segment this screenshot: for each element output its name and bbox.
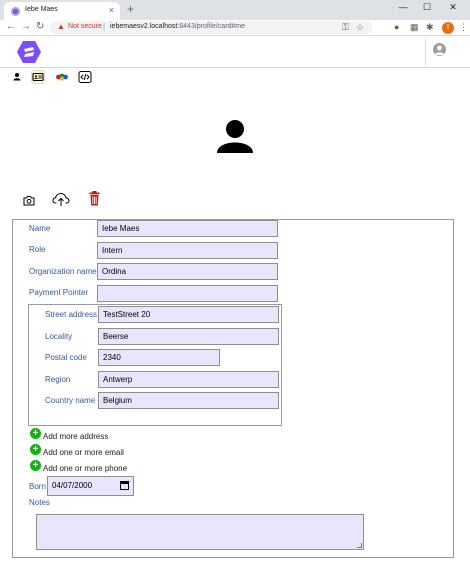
born-date-field[interactable]: 04/07/2000 [47,476,134,496]
cloud-upload-icon[interactable] [52,192,70,207]
key-icon[interactable]: ⚿ [342,22,349,33]
grid-icon[interactable]: ▦ [410,22,419,33]
warning-icon: ▲ [57,22,65,31]
organization-name-label: Organization name [29,267,97,276]
add-address-label: Add more address [43,432,109,441]
not-secure-label: Not secure [68,23,102,30]
add-circle-icon: + [30,444,41,455]
name-field[interactable]: Iebe Maes [97,220,278,237]
people-group-icon[interactable] [55,70,69,84]
profile-photo-placeholder-icon [217,120,253,153]
street-address-field[interactable]: TestStreet 20 [98,306,279,323]
notes-textarea[interactable] [36,514,364,550]
resize-grip-icon[interactable] [357,543,362,548]
add-circle-icon: + [30,460,41,471]
payment-pointer-label: Payment Pointer [29,288,89,297]
role-label: Role [29,245,46,254]
user-avatar[interactable] [433,43,446,56]
code-icon[interactable] [78,70,92,84]
region-label: Region [45,375,71,384]
country-name-label: Country name [45,396,96,405]
address-bar[interactable]: ▲ Not secure | iebemaesv2.localhost:8443… [50,21,372,34]
browser-tabstrip: Iebe Maes × + — ☐ ✕ [0,0,470,20]
tab-favicon-icon [11,7,20,16]
solid-logo-icon[interactable] [16,40,42,64]
browser-profile-avatar[interactable]: I [442,22,454,34]
browser-menu-icon[interactable]: ⋮ [459,22,468,33]
born-date-value: 04/07/2000 [52,481,93,490]
person-icon[interactable] [10,70,24,84]
locality-label: Locality [45,332,73,341]
locality-field[interactable]: Beerse [98,328,279,345]
new-tab-button[interactable]: + [127,2,134,16]
url-separator: | [103,22,106,31]
role-field[interactable]: Intern [97,242,278,259]
maximize-icon[interactable]: ☐ [420,2,434,13]
add-phone-label: Add one or more phone [43,464,128,473]
postal-code-label: Postal code [45,353,87,362]
puzzle-icon[interactable]: ✱ [426,22,434,33]
add-circle-icon: + [30,428,41,439]
browser-toolbar: ← → ↻ ▲ Not secure | iebemaesv2.localhos… [0,20,470,36]
tab-title: Iebe Maes [25,6,58,13]
app-header [0,37,470,68]
window-close-icon[interactable]: ✕ [446,2,460,13]
calendar-icon[interactable] [120,481,129,490]
organization-name-field[interactable]: Ordina [97,263,278,280]
payment-pointer-field[interactable] [97,285,278,302]
name-label: Name [29,224,51,233]
reload-icon[interactable]: ↻ [36,21,44,32]
tab-close-icon[interactable]: × [109,5,114,15]
trash-icon[interactable] [89,191,100,206]
forward-icon[interactable]: → [21,21,31,32]
born-label: Born [29,482,46,491]
street-address-label: Street address [45,310,98,319]
header-divider [425,37,426,68]
star-icon[interactable]: ☆ [356,22,364,33]
camera-icon[interactable] [23,195,35,206]
extension-dark-icon[interactable]: ● [394,22,399,32]
region-field[interactable]: Antwerp [98,371,279,388]
id-card-icon[interactable] [31,70,45,84]
minimize-icon[interactable]: — [396,2,410,12]
postal-code-field[interactable]: 2340 [98,349,220,366]
browser-tab[interactable]: Iebe Maes × [4,2,120,20]
notes-label: Notes [29,498,50,507]
country-name-field[interactable]: Belgium [98,392,279,409]
back-icon[interactable]: ← [6,21,16,32]
add-email-label: Add one or more email [43,448,124,457]
url-text: iebemaesv2.localhost:8443/profile/card#m… [110,23,246,30]
